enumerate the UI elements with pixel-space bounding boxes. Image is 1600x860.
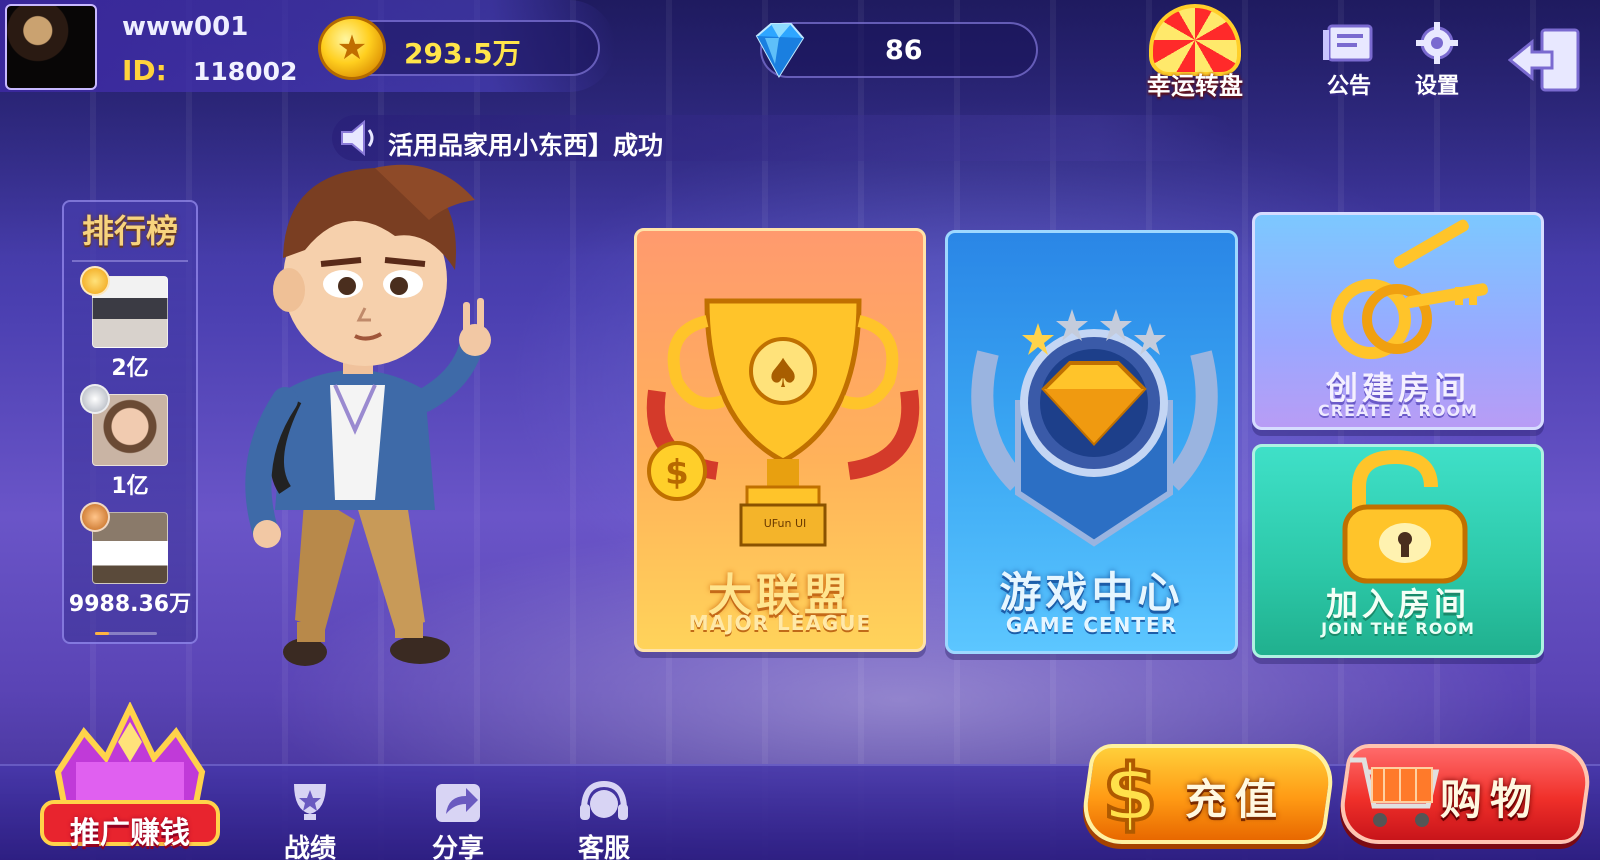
svg-text:♠: ♠ xyxy=(765,351,801,397)
speaker-icon xyxy=(341,119,374,157)
customer-service-label: 客服 xyxy=(577,834,630,860)
share-button[interactable]: 分享 xyxy=(416,780,500,860)
lucky-wheel-label: 幸运转盘 xyxy=(1147,72,1243,100)
leaderboard-divider xyxy=(72,260,188,262)
game-center-subtitle: GAME CENTER xyxy=(1005,613,1178,637)
records-label: 战绩 xyxy=(283,834,336,860)
records-trophy-icon xyxy=(294,784,326,820)
notice-button[interactable]: 公告 xyxy=(1315,22,1383,99)
settings-label: 设置 xyxy=(1414,74,1459,99)
customer-service-button[interactable]: 客服 xyxy=(562,780,646,860)
game-center-title: 游戏中心 xyxy=(999,568,1184,617)
major-league-card[interactable]: ♠ $ UFun UI 大联盟 MAJOR LEAGUE xyxy=(634,228,926,652)
leaderboard-value-1: 2亿 xyxy=(111,356,149,381)
emblem-icon xyxy=(971,309,1218,547)
headset-icon xyxy=(580,780,628,820)
coin-balance: 293.5万 xyxy=(404,37,521,70)
diamond-balance: 86 xyxy=(885,35,923,66)
lock-icon xyxy=(1342,449,1468,584)
settings-icon xyxy=(1416,22,1458,64)
player-username: www001 xyxy=(122,12,249,42)
lucky-wheel-button[interactable]: 幸运转盘 xyxy=(1130,4,1260,100)
leaderboard-title: 排行榜 xyxy=(81,212,178,250)
svg-text:$: $ xyxy=(665,453,689,493)
notice-icon xyxy=(1323,24,1373,62)
svg-text:$: $ xyxy=(1103,749,1157,838)
player-id-label: ID: xyxy=(122,54,167,87)
share-icon xyxy=(436,784,480,822)
coin-icon: ★ xyxy=(318,16,386,80)
share-label: 分享 xyxy=(431,834,484,860)
bronze-medal-icon xyxy=(80,502,110,532)
announcement-text: 活用品家用小东西】成功 xyxy=(388,131,664,160)
exit-button[interactable] xyxy=(1506,26,1586,98)
trophy-engraving: UFun UI xyxy=(763,517,807,530)
join-room-subtitle: JOIN THE ROOM xyxy=(1321,619,1475,638)
cart-icon xyxy=(1350,757,1440,827)
settings-button[interactable]: 设置 xyxy=(1402,22,1472,99)
silver-medal-icon xyxy=(80,384,110,414)
game-center-card[interactable]: 游戏中心 GAME CENTER xyxy=(945,230,1238,654)
records-button[interactable]: 战绩 xyxy=(268,780,352,860)
keys-icon xyxy=(1331,219,1488,359)
promote-earn-label: 推广赚钱 xyxy=(70,816,190,851)
create-room-card[interactable]: 创建房间 CREATE A ROOM xyxy=(1252,212,1544,430)
notice-label: 公告 xyxy=(1326,74,1371,99)
create-room-subtitle: CREATE A ROOM xyxy=(1318,401,1478,420)
dollar-icon: $ xyxy=(1101,748,1159,838)
player-avatar[interactable] xyxy=(5,4,97,90)
major-league-subtitle: MAJOR LEAGUE xyxy=(688,611,872,635)
player-character xyxy=(245,164,491,666)
shop-label: 购物 xyxy=(1440,775,1541,824)
exit-icon xyxy=(1507,28,1580,92)
recharge-label: 充值 xyxy=(1185,775,1286,824)
leaderboard-value-2: 1亿 xyxy=(111,474,149,499)
join-room-card[interactable]: 加入房间 JOIN THE ROOM xyxy=(1252,444,1544,658)
gold-medal-icon xyxy=(80,266,110,296)
player-id-value: 118002 xyxy=(193,57,298,86)
leaderboard-value-3: 9988.36万 xyxy=(68,592,192,617)
diamond-icon xyxy=(755,23,805,78)
leaderboard-scrollbar[interactable] xyxy=(95,632,157,635)
